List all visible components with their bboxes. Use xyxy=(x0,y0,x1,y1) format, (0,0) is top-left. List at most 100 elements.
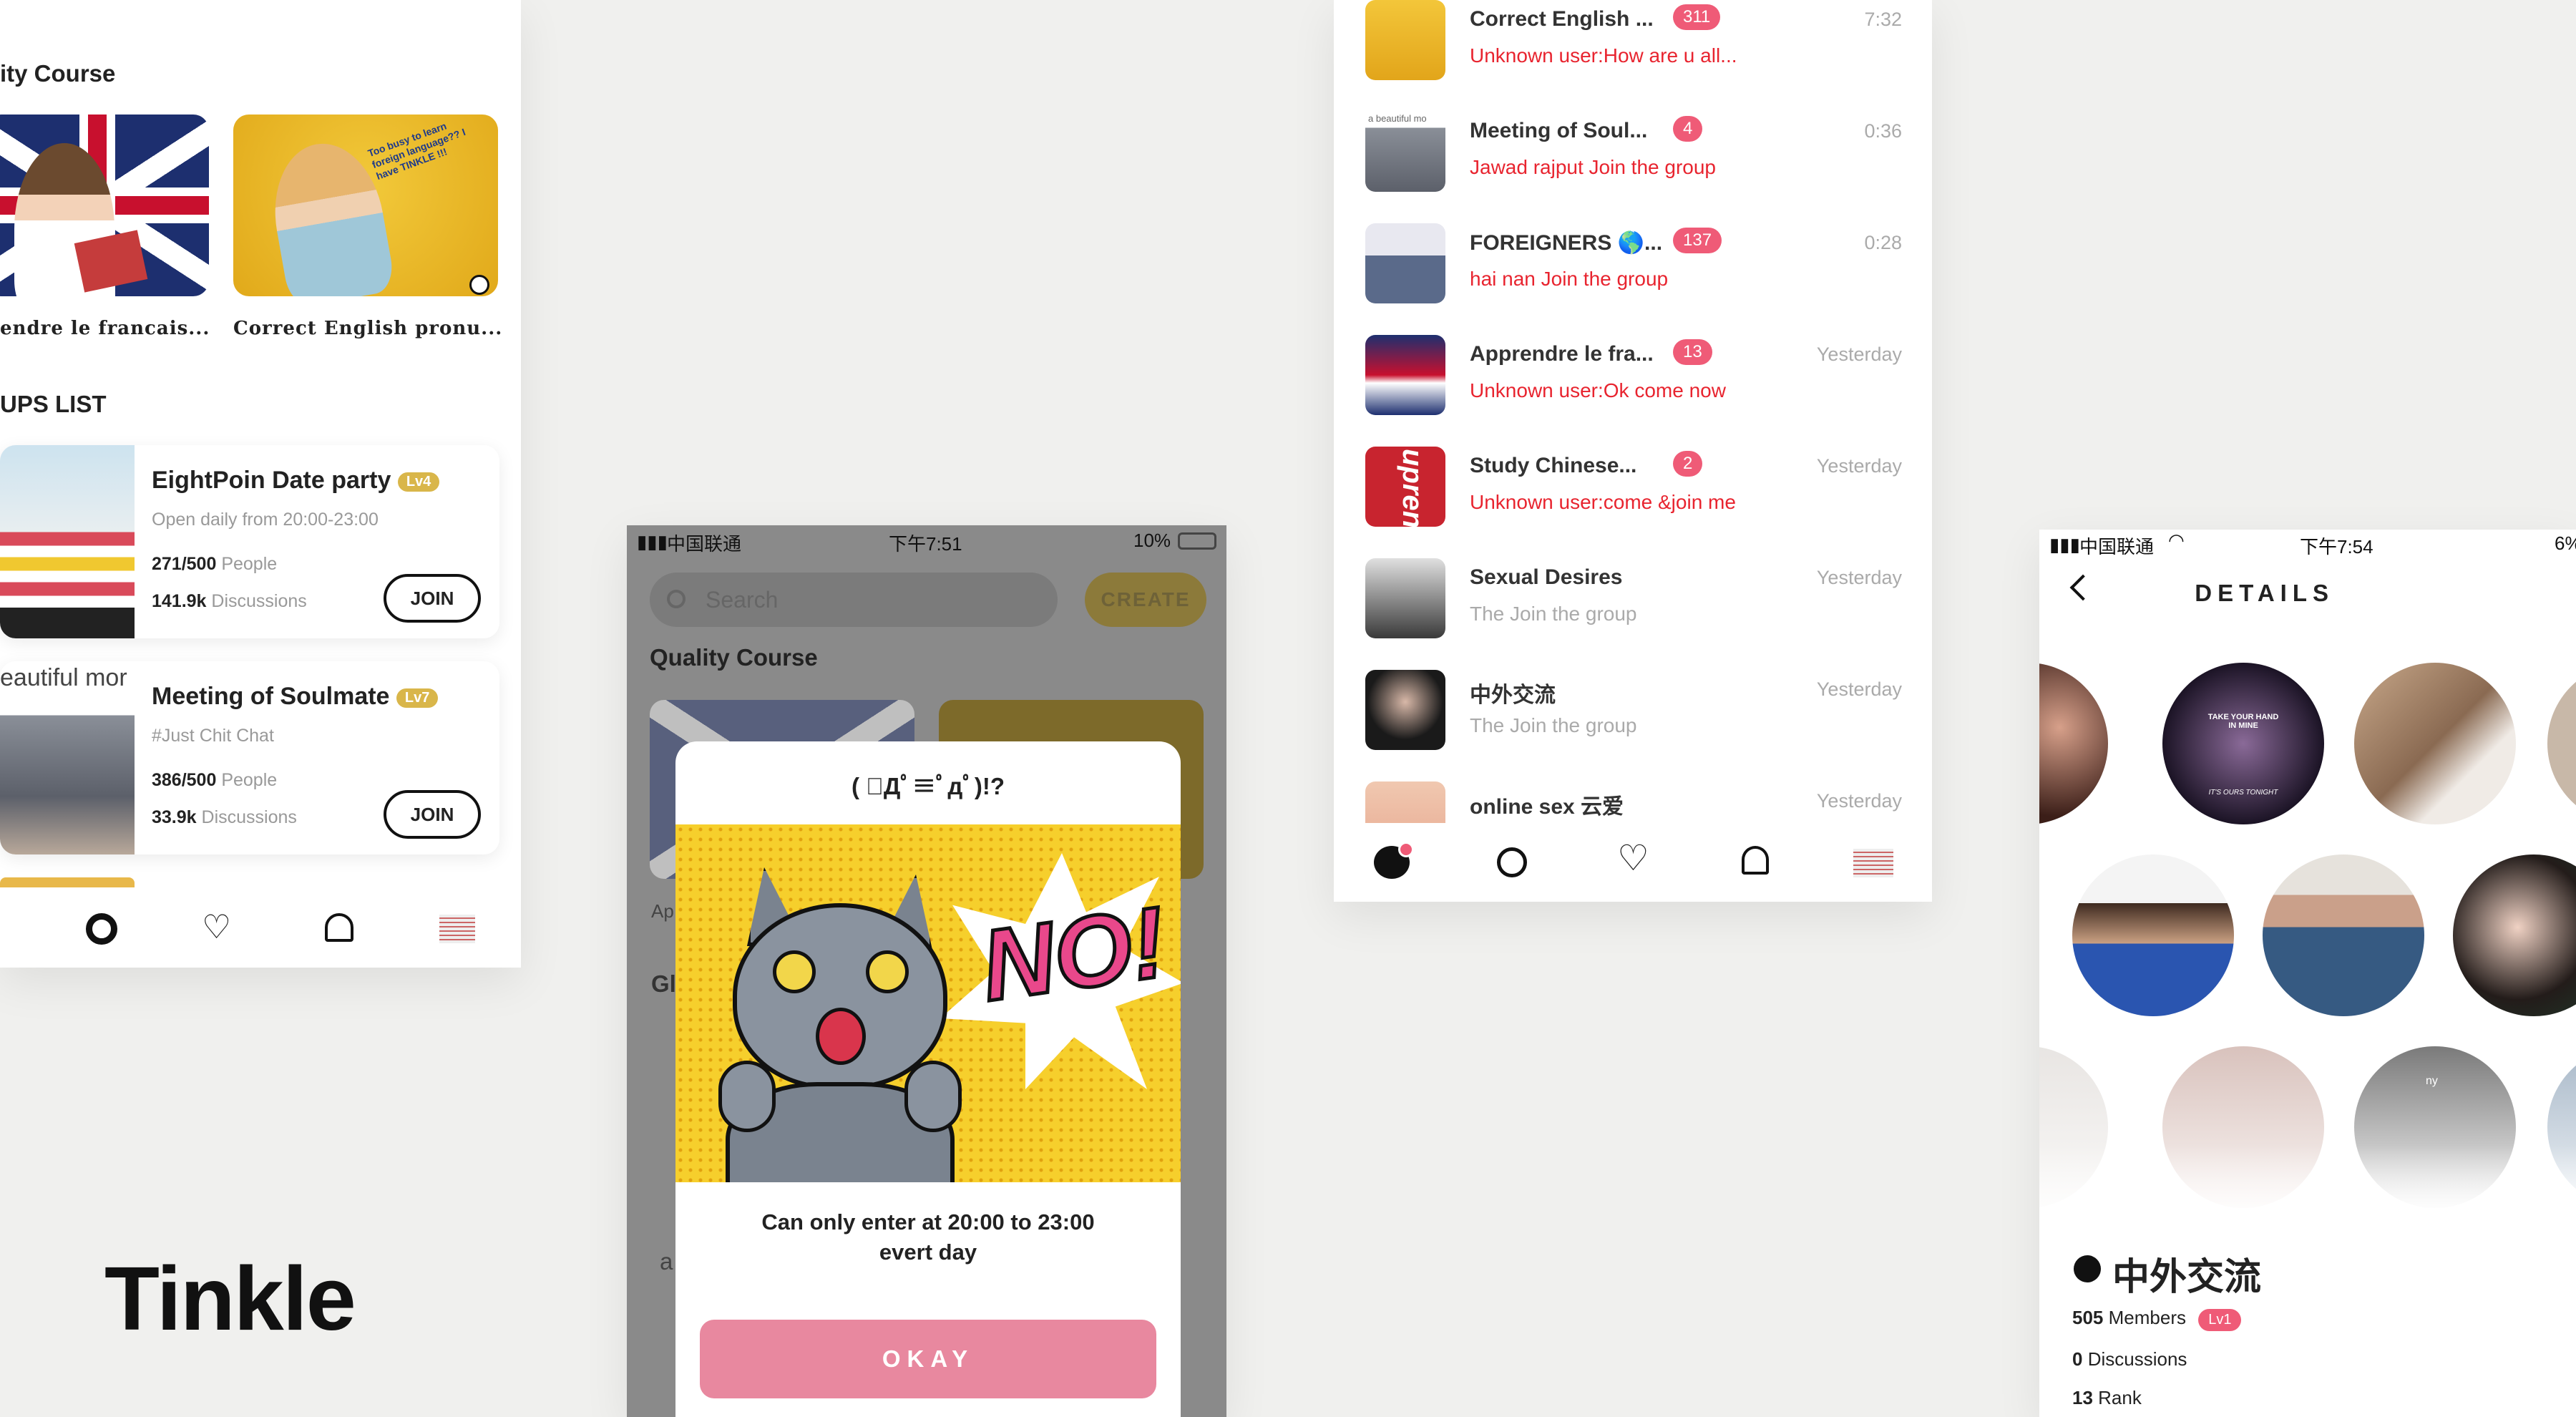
section-title: Quality Course xyxy=(650,644,818,671)
members-count: 505 xyxy=(2072,1307,2104,1328)
section-title-groups: UPS LIST xyxy=(0,391,107,417)
discussions-label: Discussions xyxy=(211,591,307,611)
chat-thumbnail xyxy=(1365,223,1445,303)
chat-time: Yesterday xyxy=(1816,678,1902,700)
chat-last-message: The Join the group xyxy=(1470,714,1637,736)
course-card[interactable] xyxy=(0,115,209,296)
background-text: Gl xyxy=(651,970,676,997)
photo-caption: ny xyxy=(2426,1075,2438,1087)
level-badge: Lv7 xyxy=(396,688,439,708)
photo-fade xyxy=(2039,1145,2576,1231)
group-card[interactable]: EightPoin Date party Lv4 Open daily from… xyxy=(0,445,499,638)
bell-icon[interactable] xyxy=(1742,846,1769,875)
chat-name: Study Chinese... xyxy=(1470,454,1637,477)
chat-row[interactable]: a beautiful mo Meeting of Soul... 4 0:36 Jaw… xyxy=(1334,90,1932,202)
create-button[interactable]: CREATE xyxy=(1085,573,1206,627)
chat-name: Apprendre le fra... xyxy=(1470,342,1654,366)
cat-illustration xyxy=(718,867,962,1182)
member-photo[interactable] xyxy=(2453,854,2576,1016)
people-label: People xyxy=(221,770,278,790)
chat-row[interactable]: 中外交流 Yesterday The Join the group xyxy=(1334,648,1932,760)
members-label: Members xyxy=(2108,1307,2186,1328)
status-bar: ▮▮▮ 中国联通 ◠ 下午7:54 6% xyxy=(2039,530,2576,558)
search-icon[interactable] xyxy=(1497,847,1527,877)
level-badge: Lv4 xyxy=(397,472,440,492)
chat-thumbnail xyxy=(1365,781,1445,823)
search-input[interactable]: Search xyxy=(650,573,1058,627)
photo-caption: TAKE YOUR HAND IN MINE xyxy=(2207,713,2279,730)
group-avatar-icon xyxy=(2074,1255,2101,1282)
member-photo[interactable] xyxy=(2072,854,2234,1016)
member-photo[interactable] xyxy=(2263,854,2424,1016)
group-card[interactable]: eautiful mor Meeting of Soulmate Lv7 #Ju… xyxy=(0,661,499,854)
member-photo[interactable] xyxy=(2547,663,2576,824)
chat-last-message: hai nan Join the group xyxy=(1470,268,1669,290)
member-photo[interactable] xyxy=(2354,663,2516,824)
level-badge: Lv1 xyxy=(2198,1309,2242,1331)
people-count: 271/500 xyxy=(152,554,217,574)
discussions-count: 0 xyxy=(2072,1348,2083,1370)
avatar[interactable] xyxy=(1853,849,1893,877)
cat-mouth xyxy=(816,1008,866,1065)
group-thumbnail: eautiful mor xyxy=(0,661,135,854)
chat-thumbnail: a beautiful mo xyxy=(1365,112,1445,192)
brand-logo: Tinkle xyxy=(104,1248,356,1349)
chat-row[interactable]: Sexual Desires Yesterday The Join the grou… xyxy=(1334,537,1932,648)
member-photo[interactable] xyxy=(2039,663,2108,824)
groups-screen: ity Course endre le francais... Too busy… xyxy=(0,0,521,968)
chat-last-message: Jawad rajput Join the group xyxy=(1470,156,1716,178)
status-time: 下午7:54 xyxy=(2300,536,2373,557)
unread-badge: 137 xyxy=(1673,228,1722,253)
okay-button[interactable]: OKAY xyxy=(700,1320,1156,1398)
heart-icon[interactable]: ♡ xyxy=(1617,840,1649,876)
heart-icon[interactable]: ♡ xyxy=(202,910,231,943)
notification-dot xyxy=(1398,842,1414,857)
chat-thumbnail xyxy=(1365,558,1445,638)
join-button[interactable]: JOIN xyxy=(384,790,481,839)
status-bar: ▮▮▮ 中国联通 下午7:51 10% xyxy=(627,525,1226,557)
chat-thumbnail xyxy=(1365,335,1445,415)
carrier: 中国联通 xyxy=(667,533,742,555)
chat-row[interactable]: Correct English ... 311 7:32 Unknown user:H… xyxy=(1334,0,1932,90)
chat-list: Correct English ... 311 7:32 Unknown user:H… xyxy=(1334,0,1932,823)
chat-last-message: Unknown user:come &join me xyxy=(1470,491,1736,513)
unread-badge: 311 xyxy=(1673,4,1721,30)
member-photo[interactable]: TAKE YOUR HAND IN MINE IT'S OURS TONIGHT xyxy=(2162,663,2324,824)
bell-icon[interactable] xyxy=(325,913,353,942)
avatar[interactable] xyxy=(439,915,475,943)
course-title: Correct English pronu... xyxy=(233,318,503,339)
chat-row[interactable]: online sex 云爱YesterdayThe Join the group xyxy=(1334,760,1932,823)
join-button[interactable]: JOIN xyxy=(384,574,481,623)
chat-row[interactable]: FOREIGNERS 🌎... 137 0:28 hai nan Join the g… xyxy=(1334,202,1932,313)
cat-paw xyxy=(718,1061,776,1132)
modal-message: evert day xyxy=(879,1240,977,1265)
chat-tab-icon[interactable] xyxy=(1374,842,1414,879)
unread-badge: 13 xyxy=(1673,339,1712,365)
search-tab-icon[interactable] xyxy=(86,913,117,945)
battery-level: 6% xyxy=(2555,532,2576,554)
course-card[interactable]: Too busy to learn foreign language?? I h… xyxy=(233,115,498,296)
status-time: 下午7:51 xyxy=(889,533,962,555)
chat-row[interactable]: upren Study Chinese... 2 Yesterday Unknown u… xyxy=(1334,425,1932,537)
discussions-label: Discussions xyxy=(201,807,297,827)
discussions-label: Discussions xyxy=(2087,1348,2187,1370)
cat-paw xyxy=(904,1061,962,1132)
chat-row[interactable]: Apprendre le fra... 13 Yesterday Unknown us… xyxy=(1334,313,1932,425)
thumbnail-text: upren xyxy=(1397,448,1429,527)
section-title-course: ity Course xyxy=(0,60,116,87)
cat-eye xyxy=(866,950,909,993)
rank-label: Rank xyxy=(2098,1387,2142,1408)
unread-badge: 4 xyxy=(1673,116,1703,142)
chat-last-message: Unknown user:How are u all... xyxy=(1470,44,1737,67)
chat-time: Yesterday xyxy=(1816,790,1902,812)
photo-caption: IT'S OURS TONIGHT xyxy=(2208,789,2278,797)
course-logo-icon xyxy=(469,275,489,295)
modal-image: NO! xyxy=(675,824,1181,1182)
chat-name: online sex 云爱 xyxy=(1470,795,1624,819)
cat-eye xyxy=(773,950,816,993)
modal-message: Can only enter at 20:00 to 23:00 xyxy=(761,1209,1095,1235)
group-description: #Just Chit Chat xyxy=(152,726,274,746)
people-count: 386/500 xyxy=(152,770,217,790)
course-title: endre le francais... xyxy=(0,318,210,339)
signal-icon: ▮▮▮ xyxy=(2049,534,2080,555)
